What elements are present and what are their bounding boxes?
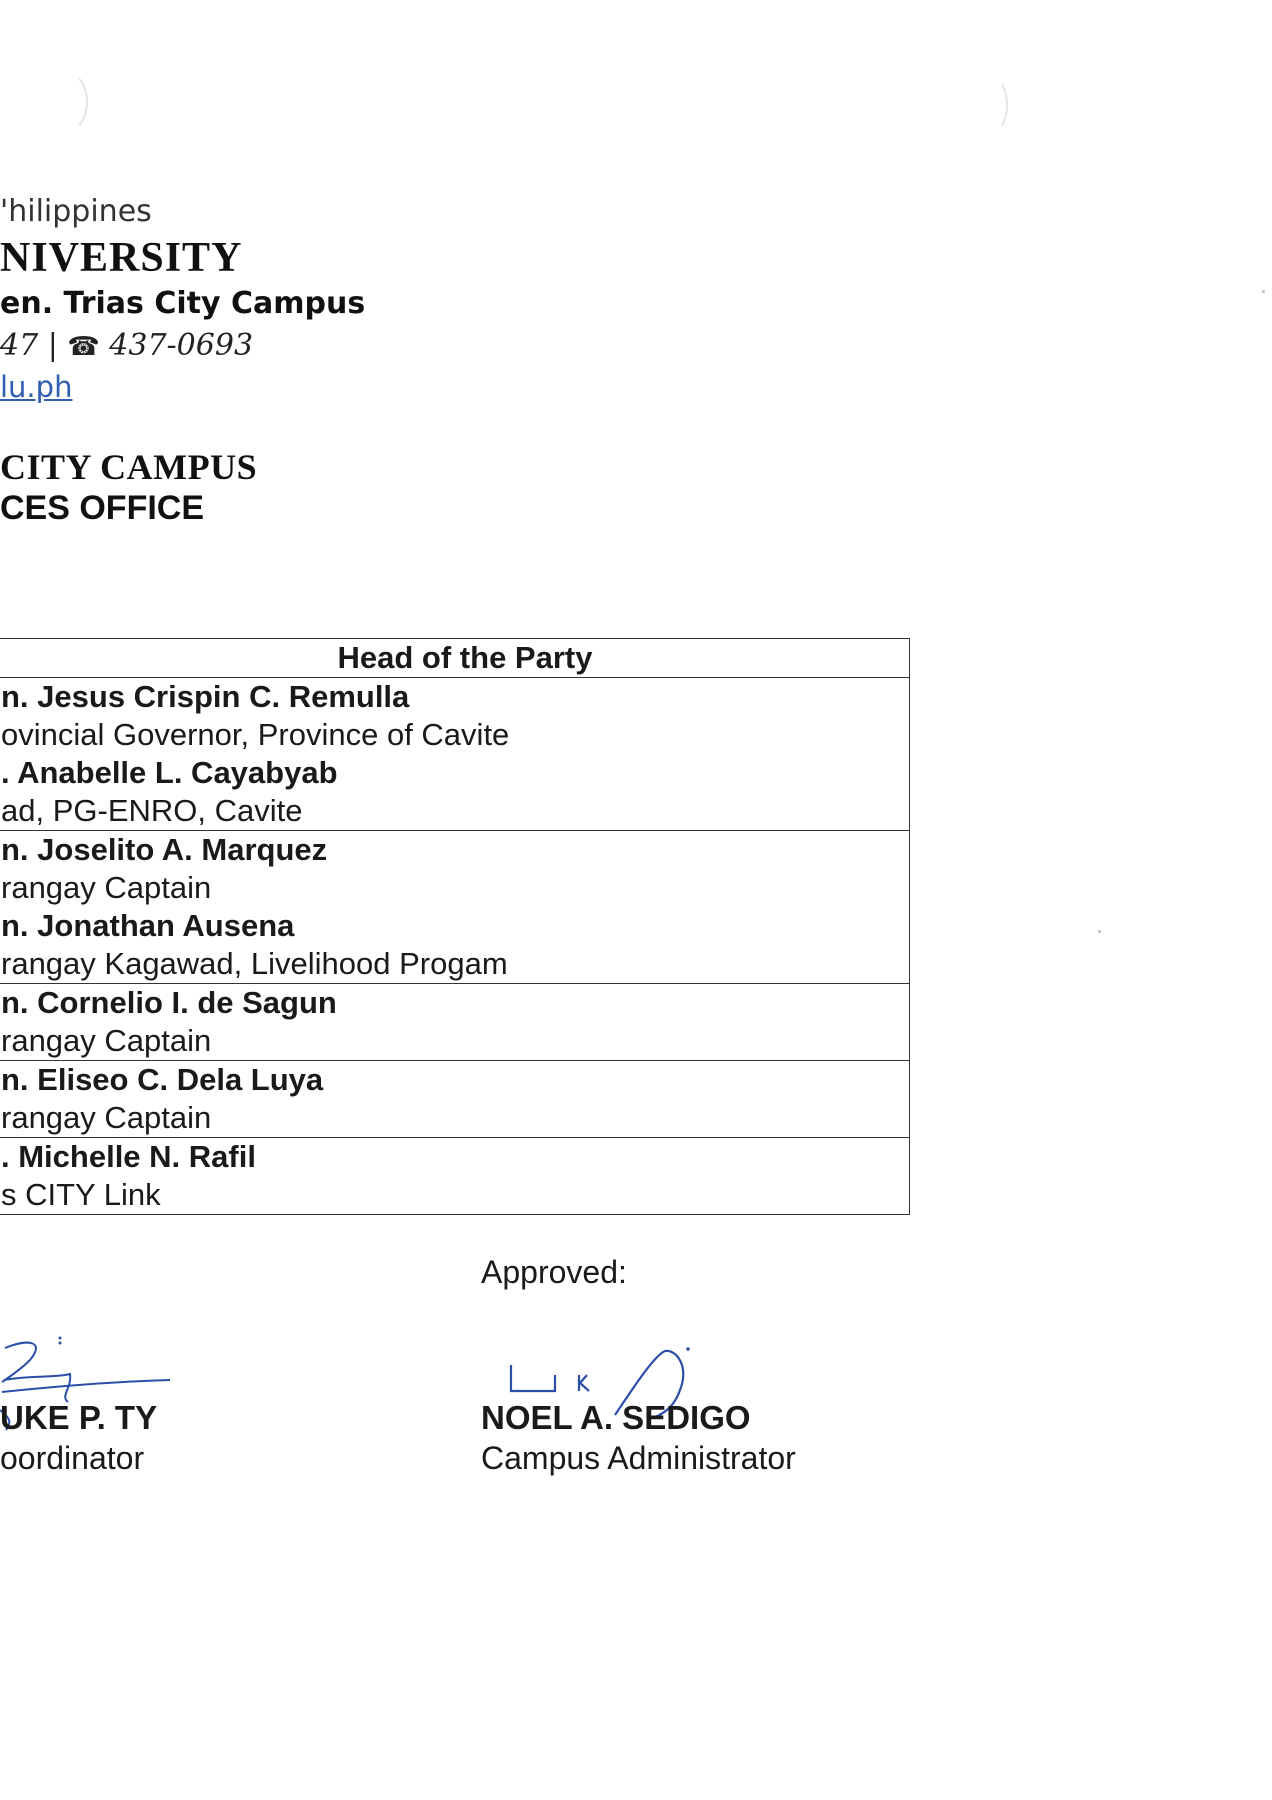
- entry-position: rangay Captain: [1, 1100, 212, 1135]
- column-header-head-of-party: Head of the Party: [0, 638, 910, 678]
- entry-name: . Michelle N. Rafil: [1, 1139, 256, 1174]
- phone-number-left: 47 |: [0, 328, 68, 363]
- table-row: n. Joselito A. Marquez rangay Captain n.…: [0, 830, 910, 984]
- table-cell: n. Cornelio I. de Sagun rangay Captain: [0, 983, 910, 1061]
- entry-name: . Anabelle L. Cayabyab: [1, 755, 338, 790]
- entry-position: ovincial Governor, Province of Cavite: [1, 717, 510, 752]
- phone-number: 437-0693: [99, 328, 254, 363]
- campus-name: en. Trias City Campus: [0, 286, 366, 321]
- entry-position: rangay Kagawad, Livelihood Progam: [1, 946, 508, 981]
- telephone-icon: ☎: [67, 332, 100, 362]
- office-title-line2: CES OFFICE: [0, 489, 205, 527]
- document-page: 'hilippines NIVERSITY en. Trias City Cam…: [0, 0, 1272, 1800]
- entry-name: n. Jonathan Ausena: [1, 908, 295, 943]
- entry-name: n. Eliseo C. Dela Luya: [1, 1062, 324, 1097]
- table-cell: n. Eliseo C. Dela Luya rangay Captain: [0, 1060, 910, 1138]
- scan-speck: [1262, 290, 1265, 293]
- scan-speck: [1098, 930, 1101, 933]
- entry-position: ad, PG-ENRO, Cavite: [1, 793, 303, 828]
- approved-label: Approved:: [481, 1254, 627, 1290]
- signatory-title: oordinator: [0, 1440, 145, 1476]
- signatory-name: UKE P. TY: [0, 1399, 158, 1436]
- table-row: n. Eliseo C. Dela Luya rangay Captain: [0, 1060, 910, 1138]
- table-row: n. Cornelio I. de Sagun rangay Captain: [0, 983, 910, 1061]
- entry-position: rangay Captain: [1, 870, 212, 905]
- scan-artifact: [40, 70, 88, 134]
- entry-position: rangay Captain: [1, 1023, 212, 1058]
- party-table: Head of the Party n. Jesus Crispin C. Re…: [0, 638, 910, 1215]
- country-line: 'hilippines: [0, 194, 152, 229]
- website-link[interactable]: lu.ph: [0, 370, 72, 404]
- entry-position: s CITY Link: [1, 1177, 161, 1212]
- signatory-name: NOEL A. SEDIGO: [481, 1399, 751, 1436]
- table-header-row: Head of the Party: [0, 638, 910, 678]
- table-cell: . Michelle N. Rafil s CITY Link: [0, 1137, 910, 1215]
- table-row: n. Jesus Crispin C. Remulla ovincial Gov…: [0, 677, 910, 831]
- university-name: NIVERSITY: [0, 235, 243, 281]
- entry-name: n. Joselito A. Marquez: [1, 832, 328, 867]
- table-row: . Michelle N. Rafil s CITY Link: [0, 1137, 910, 1215]
- phone-line: 47 | ☎ 437-0693: [0, 328, 253, 363]
- left-signatory: UKE P. TY oordinator: [0, 1398, 157, 1478]
- scan-artifact: [980, 78, 1008, 132]
- office-title-line1: CITY CAMPUS: [0, 447, 258, 487]
- entry-name: n. Cornelio I. de Sagun: [1, 985, 337, 1020]
- entry-name: n. Jesus Crispin C. Remulla: [1, 679, 410, 714]
- right-signatory: NOEL A. SEDIGO Campus Administrator: [481, 1398, 796, 1478]
- signatory-title: Campus Administrator: [481, 1440, 796, 1476]
- table-cell: n. Joselito A. Marquez rangay Captain n.…: [0, 830, 910, 984]
- table-cell: n. Jesus Crispin C. Remulla ovincial Gov…: [0, 677, 910, 831]
